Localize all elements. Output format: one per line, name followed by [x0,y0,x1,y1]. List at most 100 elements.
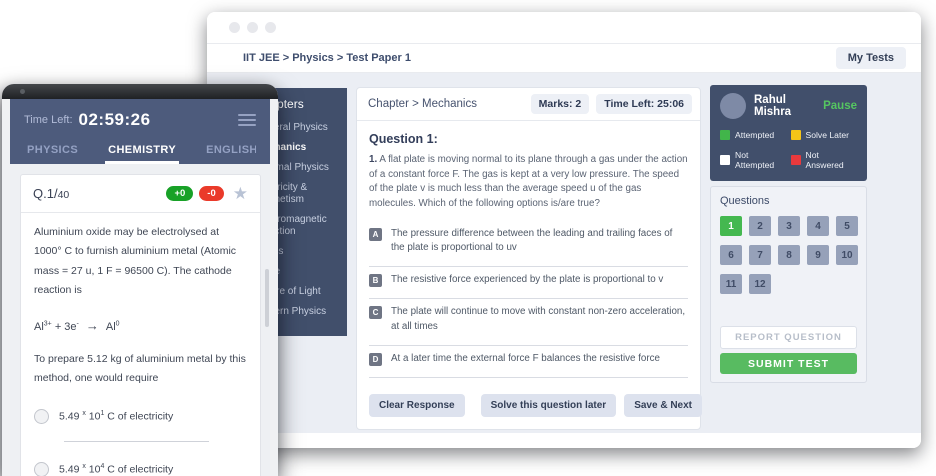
browser-toolbar [207,12,921,44]
report-question-button[interactable]: REPORT QUESTION [720,326,857,349]
tab-physics[interactable]: PHYSICS [24,144,81,164]
question-paragraph: To prepare 5.12 kg of aluminium metal by… [34,350,247,389]
phone-screen: Time Left: 02:59:26 PHYSICS CHEMISTRY ENGL… [10,99,270,476]
legend-color-swatch [720,130,730,140]
questions-label: Questions [720,195,857,207]
questions-panel: Questions 123456789101112 REPORT QUESTIO… [710,186,867,383]
formula-superscript: 0 [116,320,120,327]
phone-question-card: Q.1/ 40 +0 -0 ★ Aluminium oxide may be e… [20,174,261,476]
save-next-button[interactable]: Save & Next [624,394,702,417]
window-footer [207,433,921,448]
option-b[interactable]: BThe resistive force experienced by the … [369,267,688,299]
option-text: The pressure difference between the lead… [391,227,688,255]
user-row: Rahul Mishra Pause [720,93,857,119]
option-text: At a later time the external force F bal… [391,352,660,366]
subject-tabs: PHYSICS CHEMISTRY ENGLISH PROFICIENCY [24,144,256,164]
question-number-10[interactable]: 10 [836,245,858,265]
question-number-4[interactable]: 4 [807,216,829,236]
submit-test-button[interactable]: SUBMIT TEST [720,353,857,374]
negative-marks-badge: -0 [199,186,223,201]
time-left-label: Time Left: [24,114,73,126]
phone-bezel [2,84,278,99]
question-number-6[interactable]: 6 [720,245,742,265]
option-text: The resistive force experienced by the p… [391,273,663,287]
radio-button[interactable] [34,462,49,476]
legend-color-swatch [791,130,801,140]
breadcrumb[interactable]: IIT JEE > Physics > Test Paper 1 [243,52,411,64]
option-d[interactable]: DAt a later time the external force F ba… [369,346,688,378]
scrollbar-thumb[interactable] [265,269,269,327]
legend-item-attempted: Attempted [720,130,787,140]
phone-question-meta: Q.1/ 40 +0 -0 ★ [21,175,260,213]
formula-superscript: 3+ [44,320,52,327]
arrow-icon: → [86,318,99,333]
window-control-dot [229,22,240,33]
question-counter: Q.1/ [33,186,58,201]
right-panel: Rahul Mishra Pause Attempted Solve Later N… [710,85,867,383]
formula-part: Al [106,321,116,333]
question-statement: A flat plate is moving normal to its pla… [369,154,688,209]
marks-badge: Marks: 2 [531,94,590,114]
formula-superscript: - [77,320,79,327]
legend-item-not-attempted: Not Attempted [720,150,787,170]
legend-color-swatch [791,155,801,165]
avatar [720,93,746,119]
question-actions: Clear Response Solve this question later… [357,384,700,429]
phone-mockup: Time Left: 02:59:26 PHYSICS CHEMISTRY ENGL… [2,84,278,476]
question-number-8[interactable]: 8 [778,245,800,265]
solve-later-button[interactable]: Solve this question later [481,394,617,417]
time-left-value: 02:59:26 [79,110,151,130]
question-card-header: Chapter > Mechanics Marks: 2 Time Left: … [357,88,700,121]
formula-part: Al [34,321,44,333]
pause-button[interactable]: Pause [823,100,857,112]
question-number-grid: 123456789101112 [720,216,857,294]
question-number-5[interactable]: 5 [836,216,858,236]
question-card: Chapter > Mechanics Marks: 2 Time Left: … [356,87,701,430]
question-number-11[interactable]: 11 [720,274,742,294]
window-control-dot [265,22,276,33]
legend-label: Not Answered [806,150,858,170]
question-number-1[interactable]: 1 [720,216,742,236]
timer-row: Time Left: 02:59:26 [24,110,256,130]
answer-options: 5.49 x 101 C of electricity 5.49 x 104 C … [34,409,247,476]
option-letter-badge: A [369,228,382,241]
legend-color-swatch [720,155,730,165]
tab-english-proficiency[interactable]: ENGLISH PROFICIENCY [203,144,256,164]
top-navbar: IIT JEE > Physics > Test Paper 1 My Test… [207,44,921,73]
answer-option-text: 5.49 x 104 C of electricity [59,463,173,476]
option-letter-badge: C [369,306,382,319]
bookmark-star-icon[interactable]: ★ [233,185,248,202]
user-card: Rahul Mishra Pause Attempted Solve Later N… [710,85,867,181]
question-text: 1. A flat plate is moving normal to its … [369,153,688,212]
question-number-3[interactable]: 3 [778,216,800,236]
tab-chemistry[interactable]: CHEMISTRY [105,144,179,164]
question-number-2[interactable]: 2 [749,216,771,236]
question-title: Question 1: [369,132,688,146]
legend-label: Not Attempted [735,150,787,170]
answer-option[interactable]: 5.49 x 104 C of electricity [34,462,247,476]
question-paragraph: Aluminium oxide may be electrolysed at 1… [34,223,247,301]
formula-part: + 3e [52,321,77,333]
positive-marks-badge: +0 [166,186,193,201]
question-body: Question 1: 1. A flat plate is moving no… [357,121,700,384]
question-number-7[interactable]: 7 [749,245,771,265]
window-control-dot [247,22,258,33]
question-number-9[interactable]: 9 [807,245,829,265]
option-a[interactable]: A The pressure difference between the lea… [369,221,688,267]
phone-question-body: Aluminium oxide may be electrolysed at 1… [21,213,260,476]
option-text: The plate will continue to move with con… [391,305,688,333]
hamburger-menu-icon[interactable] [238,114,256,126]
option-c[interactable]: C The plate will continue to move with co… [369,299,688,345]
chapter-breadcrumb: Chapter > Mechanics [368,98,524,110]
question-number-prefix: 1. [369,154,377,165]
clear-response-button[interactable]: Clear Response [369,394,465,417]
question-number-12[interactable]: 12 [749,274,771,294]
my-tests-button[interactable]: My Tests [836,47,906,69]
phone-header: Time Left: 02:59:26 PHYSICS CHEMISTRY ENGL… [10,99,270,164]
camera-icon [20,89,25,94]
answer-option[interactable]: 5.49 x 101 C of electricity [34,409,247,441]
status-legend: Attempted Solve Later Not Attempted Not Ans… [720,130,857,170]
legend-label: Solve Later [806,130,849,140]
radio-button[interactable] [34,409,49,424]
page: { "phone": { "header": { "time_label": "… [0,0,936,463]
